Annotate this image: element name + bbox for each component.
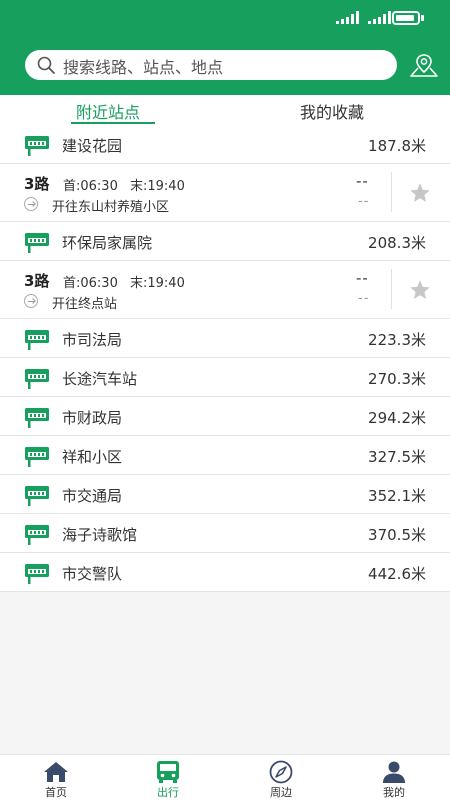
station-distance: 223.3米 bbox=[368, 331, 426, 349]
station-row[interactable]: 市司法局 223.3米 bbox=[0, 319, 450, 358]
station-distance: 327.5米 bbox=[368, 448, 426, 466]
station-distance: 270.3米 bbox=[368, 370, 426, 388]
station-row[interactable]: 建设花园 187.8米 bbox=[0, 125, 450, 164]
bottom-nav: 首页 出行 周边 我的 bbox=[0, 754, 450, 800]
station-distance: 187.8米 bbox=[368, 137, 426, 155]
bus-stop-icon bbox=[25, 525, 49, 545]
route-number: 3路 bbox=[24, 175, 50, 193]
station-distance: 370.5米 bbox=[368, 526, 426, 544]
tab-bar: 附近站点 我的收藏 bbox=[0, 95, 450, 125]
station-row[interactable]: 市交警队 442.6米 bbox=[0, 553, 450, 592]
station-row[interactable]: 长途汽车站 270.3米 bbox=[0, 358, 450, 397]
route-direction: 开往东山村养殖小区 bbox=[52, 200, 170, 215]
station-name: 市财政局 bbox=[62, 409, 123, 427]
station-name: 建设花园 bbox=[62, 137, 123, 155]
direction-arrow-icon bbox=[24, 294, 38, 308]
station-name: 长途汽车站 bbox=[62, 370, 138, 388]
direction-arrow-icon bbox=[24, 197, 38, 211]
route-direction: 开往终点站 bbox=[52, 297, 118, 312]
route-number: 3路 bbox=[24, 272, 50, 290]
station-list: 建设花园 187.8米 3路 首:06:30 末:19:40 -- 开往东山村养… bbox=[0, 125, 450, 592]
bus-stop-icon bbox=[25, 408, 49, 428]
search-placeholder: 搜索线路、站点、地点 bbox=[63, 58, 224, 77]
station-distance: 442.6米 bbox=[368, 565, 426, 583]
home-icon bbox=[44, 762, 68, 782]
bus-stop-icon bbox=[25, 330, 49, 350]
station-name: 环保局家属院 bbox=[62, 234, 153, 252]
compass-icon bbox=[269, 760, 293, 784]
bus-stop-icon bbox=[25, 369, 49, 389]
station-name: 祥和小区 bbox=[62, 448, 123, 466]
route-sub-status: -- bbox=[358, 194, 370, 209]
search-input[interactable]: 搜索线路、站点、地点 bbox=[25, 50, 397, 80]
status-bar bbox=[0, 0, 450, 36]
station-name: 市司法局 bbox=[62, 331, 123, 349]
nav-mine[interactable]: 我的 bbox=[338, 755, 450, 800]
station-distance: 352.1米 bbox=[368, 487, 426, 505]
station-distance: 294.2米 bbox=[368, 409, 426, 427]
route-last-time: 末:19:40 bbox=[130, 276, 185, 291]
bus-stop-icon bbox=[25, 564, 49, 584]
route-arrival: -- bbox=[356, 269, 369, 287]
route-first-time: 首:06:30 bbox=[63, 276, 118, 291]
location-pin-icon[interactable] bbox=[409, 52, 439, 78]
station-row[interactable]: 市财政局 294.2米 bbox=[0, 397, 450, 436]
nav-travel[interactable]: 出行 bbox=[112, 755, 224, 800]
bus-stop-icon bbox=[25, 486, 49, 506]
nav-label: 我的 bbox=[383, 786, 405, 799]
search-icon bbox=[37, 56, 55, 74]
station-row[interactable]: 海子诗歌馆 370.5米 bbox=[0, 514, 450, 553]
route-last-time: 末:19:40 bbox=[130, 179, 185, 194]
route-row[interactable]: 3路 首:06:30 末:19:40 -- 开往东山村养殖小区 -- bbox=[0, 164, 450, 222]
route-arrival: -- bbox=[356, 172, 369, 190]
station-row[interactable]: 祥和小区 327.5米 bbox=[0, 436, 450, 475]
vertical-divider bbox=[391, 172, 392, 212]
station-row[interactable]: 环保局家属院 208.3米 bbox=[0, 222, 450, 261]
station-name: 市交警队 bbox=[62, 565, 123, 583]
station-name: 市交通局 bbox=[62, 487, 123, 505]
station-name: 海子诗歌馆 bbox=[62, 526, 138, 544]
station-row[interactable]: 市交通局 352.1米 bbox=[0, 475, 450, 514]
tab-underline bbox=[71, 122, 155, 124]
signal-icon bbox=[336, 10, 359, 24]
nav-nearby[interactable]: 周边 bbox=[225, 755, 337, 800]
nav-home[interactable]: 首页 bbox=[0, 755, 112, 800]
route-first-time: 首:06:30 bbox=[63, 179, 118, 194]
nav-label: 首页 bbox=[45, 786, 67, 799]
bus-stop-icon bbox=[25, 233, 49, 253]
star-icon[interactable] bbox=[409, 279, 431, 301]
bus-stop-icon bbox=[25, 447, 49, 467]
station-distance: 208.3米 bbox=[368, 234, 426, 252]
route-row[interactable]: 3路 首:06:30 末:19:40 -- 开往终点站 -- bbox=[0, 261, 450, 319]
route-sub-status: -- bbox=[358, 291, 370, 306]
bus-stop-icon bbox=[25, 136, 49, 156]
header: 搜索线路、站点、地点 bbox=[0, 0, 450, 95]
user-icon bbox=[383, 761, 405, 783]
nav-label: 出行 bbox=[157, 786, 179, 799]
bus-icon bbox=[157, 761, 179, 783]
vertical-divider bbox=[391, 269, 392, 309]
tab-nearby-stations[interactable]: 附近站点 bbox=[76, 99, 140, 123]
star-icon[interactable] bbox=[409, 182, 431, 204]
battery-tip bbox=[421, 15, 424, 21]
battery-icon bbox=[392, 11, 420, 25]
signal-icon bbox=[368, 10, 391, 24]
nav-label: 周边 bbox=[270, 786, 292, 799]
tab-my-favorites[interactable]: 我的收藏 bbox=[300, 99, 364, 123]
